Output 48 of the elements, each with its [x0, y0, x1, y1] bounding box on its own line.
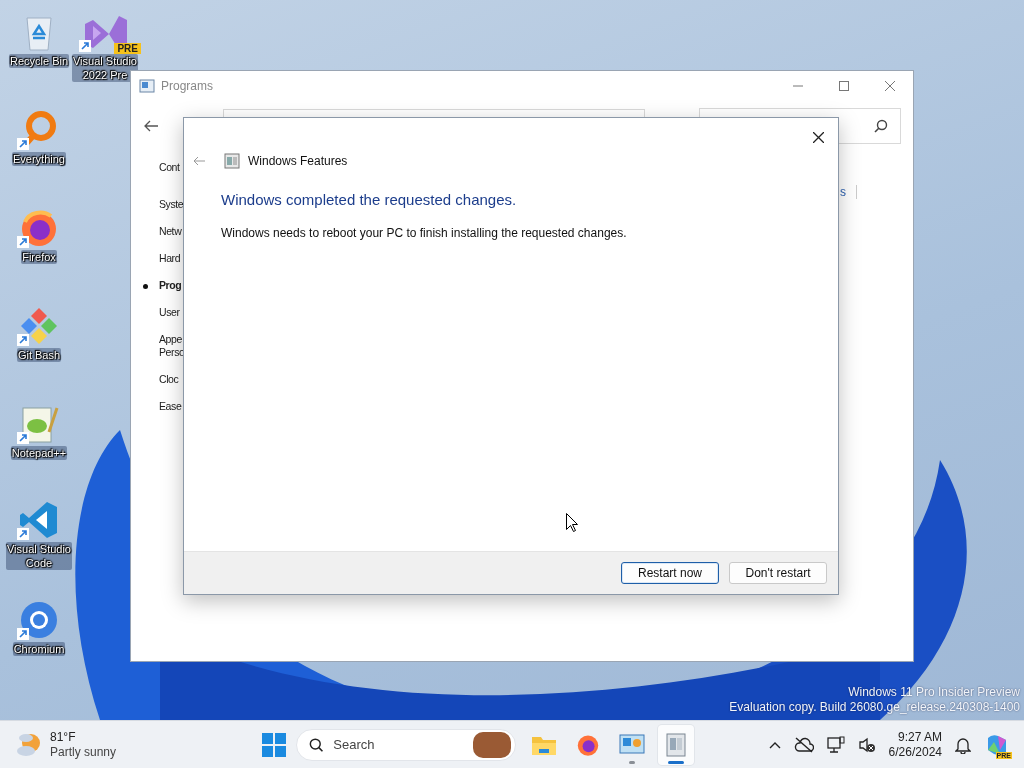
search-icon	[309, 736, 324, 753]
window-features-icon	[224, 153, 240, 169]
clock-date[interactable]: 6/26/2024	[888, 744, 942, 760]
notepad-icon	[19, 404, 59, 444]
chromium-icon	[19, 600, 59, 640]
bell-icon[interactable]	[955, 735, 971, 754]
close-icon	[812, 131, 824, 143]
chevron-up-icon[interactable]	[768, 740, 781, 749]
sidebar-link[interactable]: Cloc	[159, 369, 179, 390]
volume-muted-icon[interactable]	[857, 736, 876, 753]
network-icon[interactable]	[826, 735, 845, 754]
desktop-icon-label[interactable]: Chromium	[12, 642, 66, 656]
sidebar-link[interactable]: Ease	[159, 396, 182, 417]
control-panel-icon	[619, 732, 645, 757]
dialog-message: Windows needs to reboot your PC to finish installing the requested changes.	[221, 226, 628, 240]
sidebar-link[interactable]: User	[159, 302, 180, 323]
search-icon	[874, 119, 888, 133]
start-icon[interactable]	[262, 732, 286, 757]
search-bar[interactable]: Search	[296, 728, 516, 761]
sidebar-link[interactable]: Hard	[159, 248, 181, 269]
window-title: Programs	[161, 79, 213, 93]
firefox-icon	[576, 732, 600, 757]
colored-diamonds-icon	[19, 306, 59, 346]
control-panel-icon	[139, 78, 155, 94]
clock-time[interactable]: 9:27 AM	[897, 729, 942, 745]
photo-placeholder[interactable]	[473, 731, 511, 758]
pointer-icon	[566, 513, 578, 532]
vs-code-icon	[19, 500, 59, 540]
sidebar-link[interactable]: Netw	[159, 221, 182, 242]
close-icon	[885, 81, 895, 91]
sidebar-link[interactable]: Prog	[143, 275, 182, 296]
cloud-off-icon[interactable]	[793, 736, 814, 753]
sidebar-link[interactable]: Cont	[159, 157, 180, 178]
dialog-title: Windows Features	[248, 154, 348, 168]
preview-badge: PRE	[114, 43, 141, 54]
cancel-button[interactable]: Don't restart	[729, 562, 827, 584]
dialog-heading: Windows completed the requested changes.	[221, 191, 518, 208]
firefox-icon	[19, 208, 59, 248]
sidebar-link[interactable]: Syste	[159, 194, 184, 215]
back-arrow-icon[interactable]	[143, 120, 159, 132]
weather-condition[interactable]: Partly sunny	[50, 744, 117, 760]
temperature[interactable]: 81°F	[50, 729, 117, 745]
restart-button[interactable]: Restart now	[621, 562, 719, 584]
task-link[interactable]: s	[840, 185, 857, 199]
maximize-icon	[839, 81, 849, 91]
search-input[interactable]: Search	[331, 736, 466, 753]
taskbar-app-button[interactable]	[658, 724, 694, 765]
window-features-icon	[665, 731, 687, 758]
